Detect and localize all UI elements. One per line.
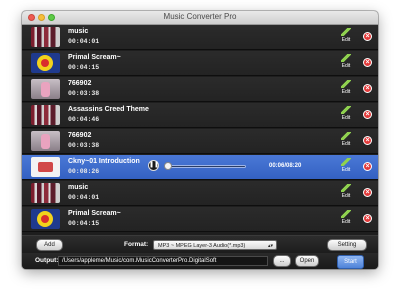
inline-player: ❚❚ 00:06/08:20 (142, 160, 302, 173)
track-row[interactable]: 766902 00:03:38 Edit × (22, 129, 378, 154)
track-row[interactable]: Primal Scream~ 00:04:15 Edit × (22, 207, 378, 232)
track-row[interactable]: music 00:04:01 Edit × (22, 181, 378, 206)
edit-label: Edit (341, 167, 351, 173)
open-button[interactable]: Open (295, 255, 319, 267)
browse-button[interactable]: ... (273, 255, 291, 267)
track-duration: 00:03:38 (68, 142, 100, 149)
format-value: MP3 ~ MPEG Layer-3 Audio(*.mp3) (158, 243, 246, 249)
track-list: music 00:04:01 Edit × Primal Scream~ 00:04:15… (22, 25, 378, 235)
edit-button[interactable]: Edit (338, 54, 354, 72)
format-label: Format: (124, 241, 149, 248)
pen-icon (341, 28, 351, 36)
edit-label: Edit (341, 219, 351, 225)
output-path-field[interactable]: /Users/appleme/Music/com.MusicConverterP… (58, 256, 268, 266)
edit-button[interactable]: Edit (338, 132, 354, 150)
album-art-thumbnail (31, 105, 60, 125)
edit-label: Edit (341, 37, 351, 43)
track-duration: 00:04:15 (68, 64, 100, 71)
track-duration: 00:04:15 (68, 220, 100, 227)
pen-icon (341, 80, 351, 88)
setting-button[interactable]: Setting (327, 239, 367, 251)
edit-label: Edit (341, 89, 351, 95)
track-duration: 00:04:01 (68, 194, 100, 201)
remove-icon[interactable]: × (363, 110, 372, 119)
pen-icon (341, 132, 351, 140)
track-duration: 00:04:01 (68, 38, 100, 45)
remove-icon[interactable]: × (363, 136, 372, 145)
track-name: Assassins Creed Theme (68, 106, 149, 113)
track-name: music (68, 184, 89, 191)
app-window: Music Converter Pro music 00:04:01 Edit × Pr… (22, 11, 378, 269)
album-art-thumbnail (31, 183, 60, 203)
track-name: Primal Scream~ (68, 54, 121, 61)
album-art-thumbnail (31, 131, 60, 151)
pen-icon (341, 158, 351, 166)
album-art-thumbnail (31, 27, 60, 47)
track-row[interactable]: Primal Scream~ 00:04:15 Edit × (22, 51, 378, 76)
album-art-thumbnail (31, 79, 60, 99)
track-name: 766902 (68, 80, 92, 87)
pen-icon (341, 54, 351, 62)
edit-button[interactable]: Edit (338, 80, 354, 98)
track-name: Ckny~01 Introduction (68, 158, 140, 165)
track-row[interactable]: Assassins Creed Theme 00:04:46 Edit × (22, 103, 378, 128)
edit-button[interactable]: Edit (338, 106, 354, 124)
edit-label: Edit (341, 63, 351, 69)
track-name: 766902 (68, 132, 92, 139)
track-row[interactable]: Ckny~01 Introduction 00:08:26 ❚❚ 00:06/08:2… (22, 155, 378, 180)
track-name: Primal Scream~ (68, 210, 121, 217)
track-row[interactable]: music 00:04:01 Edit × (22, 25, 378, 50)
select-arrows-icon: ▴▾ (267, 243, 273, 249)
output-bar: Output: /Users/appleme/Music/com.MusicCo… (22, 253, 378, 269)
format-select[interactable]: MP3 ~ MPEG Layer-3 Audio(*.mp3) ▴▾ (153, 240, 277, 250)
edit-label: Edit (341, 115, 351, 121)
track-name: music (68, 28, 89, 35)
title-bar: Music Converter Pro (22, 11, 378, 25)
edit-button[interactable]: Edit (338, 184, 354, 202)
pen-icon (341, 184, 351, 192)
remove-icon[interactable]: × (363, 58, 372, 67)
track-duration: 00:04:46 (68, 116, 100, 123)
pen-icon (341, 210, 351, 218)
remove-icon[interactable]: × (363, 84, 372, 93)
add-button[interactable]: Add (36, 239, 63, 251)
window-title: Music Converter Pro (163, 12, 237, 21)
pen-icon (341, 106, 351, 114)
pause-icon[interactable]: ❚❚ (148, 160, 159, 171)
edit-label: Edit (341, 193, 351, 199)
track-duration: 00:08:26 (68, 168, 100, 175)
playback-progress-track[interactable] (166, 165, 246, 168)
format-toolbar: Add Format: MP3 ~ MPEG Layer-3 Audio(*.m… (22, 235, 378, 254)
track-duration: 00:03:38 (68, 90, 100, 97)
edit-button[interactable]: Edit (338, 158, 354, 176)
edit-button[interactable]: Edit (338, 28, 354, 46)
remove-icon[interactable]: × (363, 188, 372, 197)
output-label: Output: (35, 257, 59, 264)
start-button[interactable]: Start (337, 255, 364, 269)
remove-icon[interactable]: × (363, 162, 372, 171)
album-art-thumbnail (31, 53, 60, 73)
edit-label: Edit (341, 141, 351, 147)
track-row[interactable]: 766902 00:03:38 Edit × (22, 77, 378, 102)
playback-time: 00:06/08:20 (269, 163, 302, 169)
remove-icon[interactable]: × (363, 32, 372, 41)
edit-button[interactable]: Edit (338, 210, 354, 228)
album-art-thumbnail (31, 157, 60, 177)
playback-scrubber-knob[interactable] (163, 162, 172, 170)
album-art-thumbnail (31, 209, 60, 229)
remove-icon[interactable]: × (363, 214, 372, 223)
